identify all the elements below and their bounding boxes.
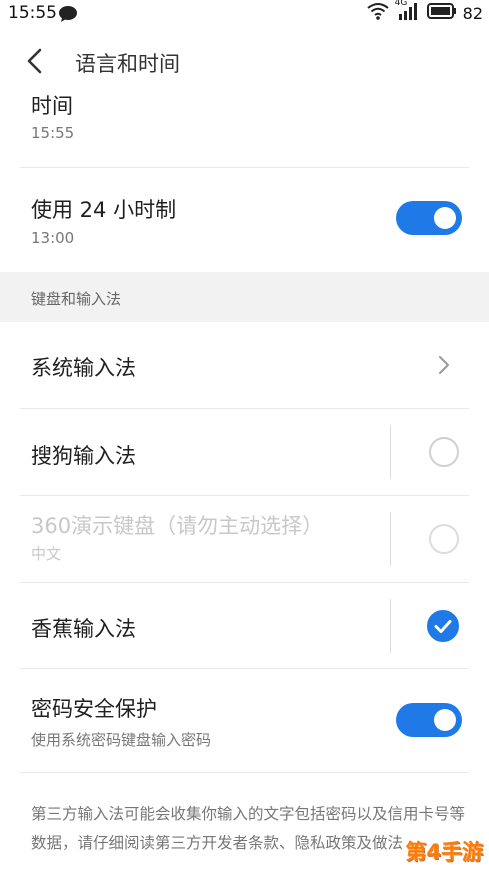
ime-radio-banana[interactable] — [427, 610, 459, 642]
watermark-logo: 第4手游 — [405, 840, 483, 864]
ime-row-sogou[interactable]: 搜狗输入法 — [0, 409, 489, 495]
hour24-row[interactable]: 使用 24 小时制 13:00 — [0, 168, 489, 272]
hour24-label: 使用 24 小时制 — [31, 198, 177, 222]
status-icons: 4G 82 — [367, 0, 483, 24]
ime-label: 360演示键盘（请勿主动选择） — [31, 514, 324, 538]
app-header: 语言和时间 — [0, 28, 489, 90]
chat-notification-icon — [58, 5, 78, 27]
hour24-toggle[interactable] — [396, 201, 462, 235]
time-value: 15:55 — [31, 124, 75, 142]
time-row[interactable]: 时间 15:55 — [0, 90, 489, 168]
hour24-value: 13:00 — [31, 229, 75, 247]
divider — [20, 772, 469, 773]
ime-row-360[interactable]: 360演示键盘（请勿主动选择） 中文 — [0, 496, 489, 582]
password-row[interactable]: 密码安全保护 使用系统密码键盘输入密码 — [0, 669, 489, 773]
vertical-separator — [390, 512, 391, 566]
section-label: 键盘和输入法 — [31, 290, 122, 308]
password-label: 密码安全保护 — [31, 697, 157, 721]
system-ime-label: 系统输入法 — [31, 356, 136, 380]
wifi-icon — [367, 2, 389, 24]
section-header: 键盘和输入法 — [0, 272, 489, 322]
battery-level: 82 — [462, 3, 483, 23]
ime-label: 香蕉输入法 — [31, 617, 136, 641]
ime-sub: 中文 — [31, 545, 62, 563]
ime-label: 搜狗输入法 — [31, 444, 136, 468]
system-ime-row[interactable]: 系统输入法 — [0, 322, 489, 408]
vertical-separator — [390, 425, 391, 479]
status-bar: 15:55 4G 82 — [0, 0, 489, 28]
time-label: 时间 — [31, 94, 73, 118]
password-sub: 使用系统密码键盘输入密码 — [31, 731, 212, 749]
ime-radio-sogou[interactable] — [429, 437, 459, 467]
chevron-right-icon — [437, 354, 451, 380]
checkmark-icon — [434, 620, 452, 633]
cellular-signal-icon: 4G — [394, 0, 421, 24]
back-arrow-icon[interactable] — [20, 46, 50, 76]
battery-icon — [426, 3, 457, 23]
page-title: 语言和时间 — [75, 52, 180, 76]
ime-radio-360[interactable] — [429, 524, 459, 554]
ime-row-banana[interactable]: 香蕉输入法 — [0, 583, 489, 669]
password-toggle[interactable] — [396, 703, 462, 737]
vertical-separator — [390, 599, 391, 653]
network-type-label: 4G — [394, 0, 408, 8]
status-time: 15:55 — [8, 3, 57, 23]
